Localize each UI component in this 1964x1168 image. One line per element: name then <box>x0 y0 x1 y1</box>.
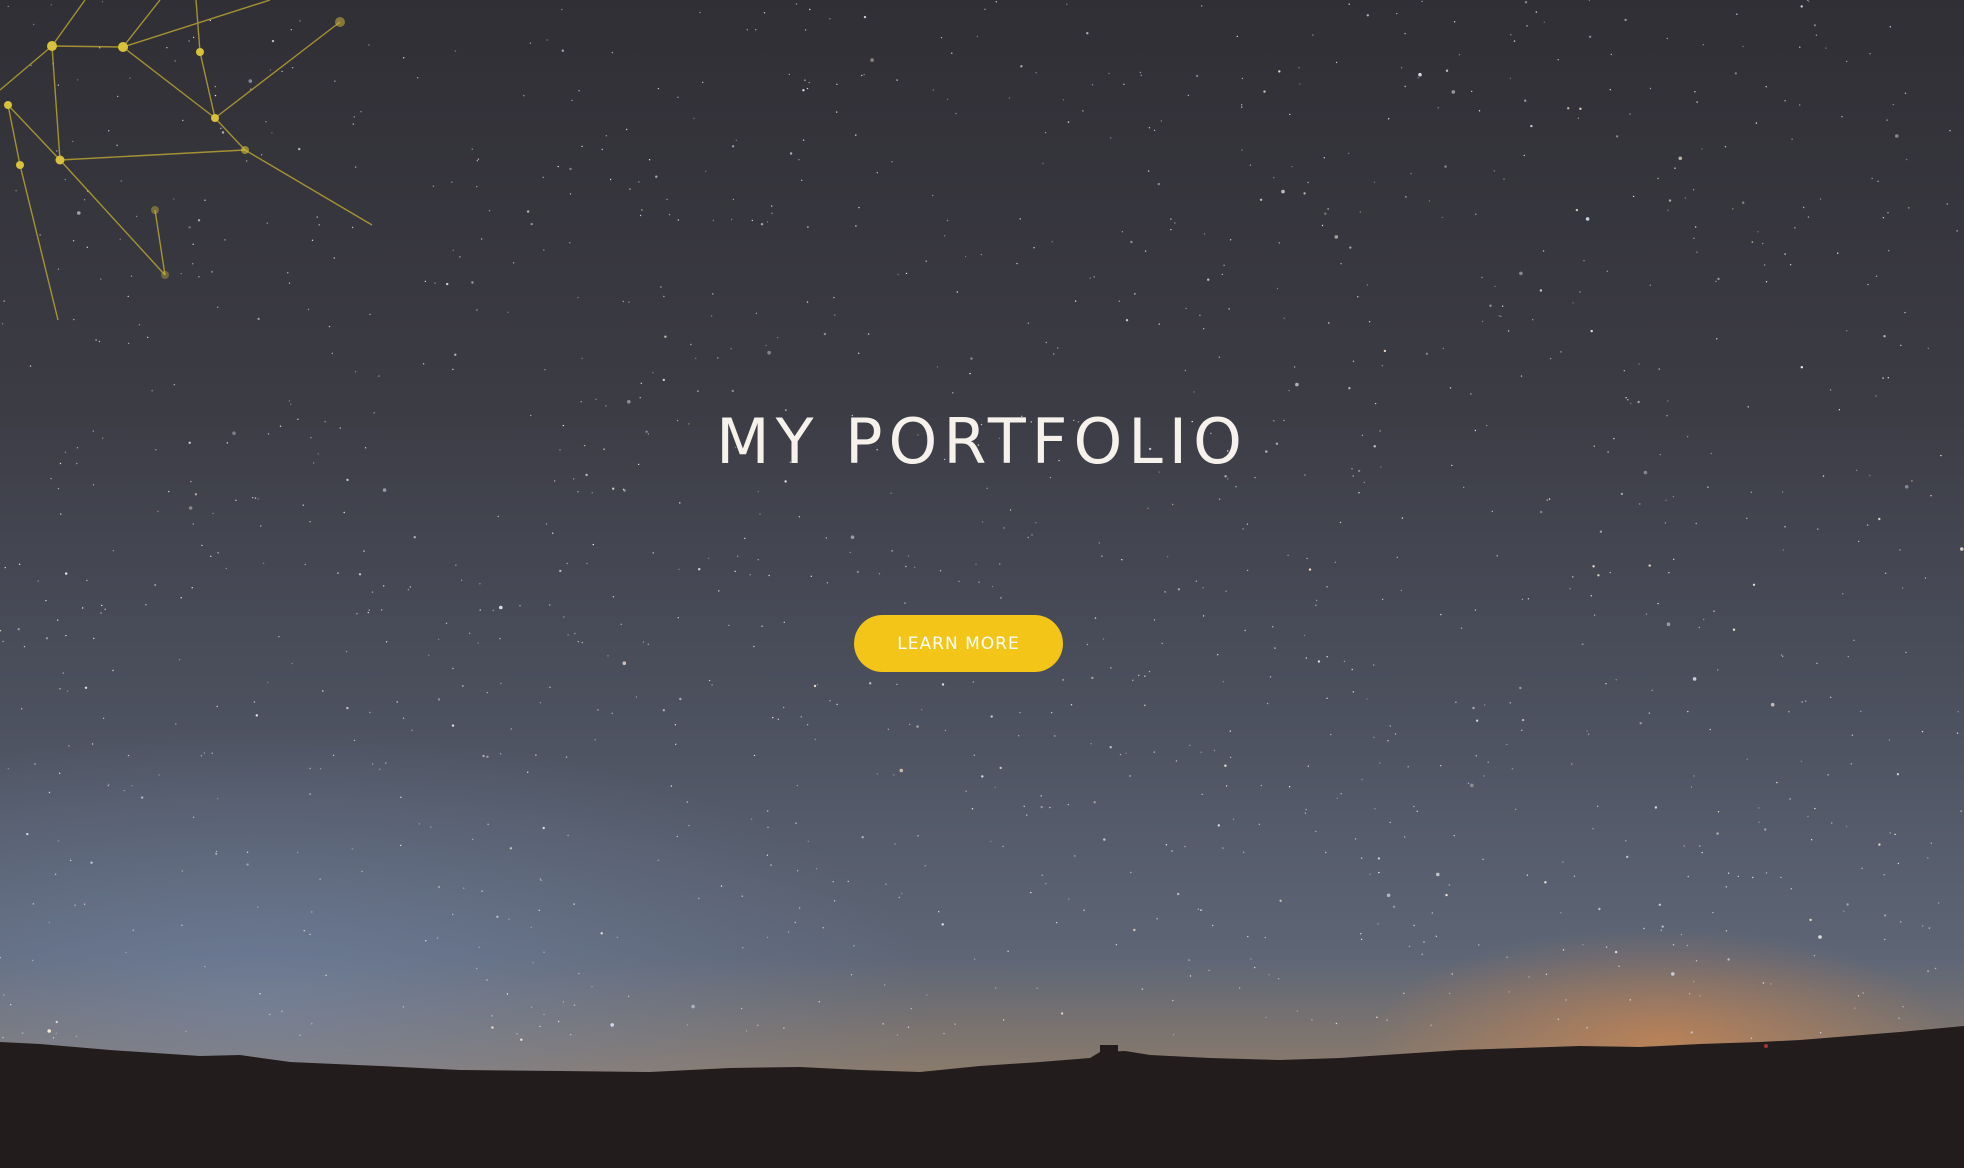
hero-section: MY PORTFOLIO LEARN MORE <box>0 0 1964 1168</box>
hero-content: MY PORTFOLIO LEARN MORE <box>0 0 1964 1168</box>
page-title: MY PORTFOLIO <box>716 405 1248 478</box>
learn-more-button[interactable]: LEARN MORE <box>854 615 1063 672</box>
